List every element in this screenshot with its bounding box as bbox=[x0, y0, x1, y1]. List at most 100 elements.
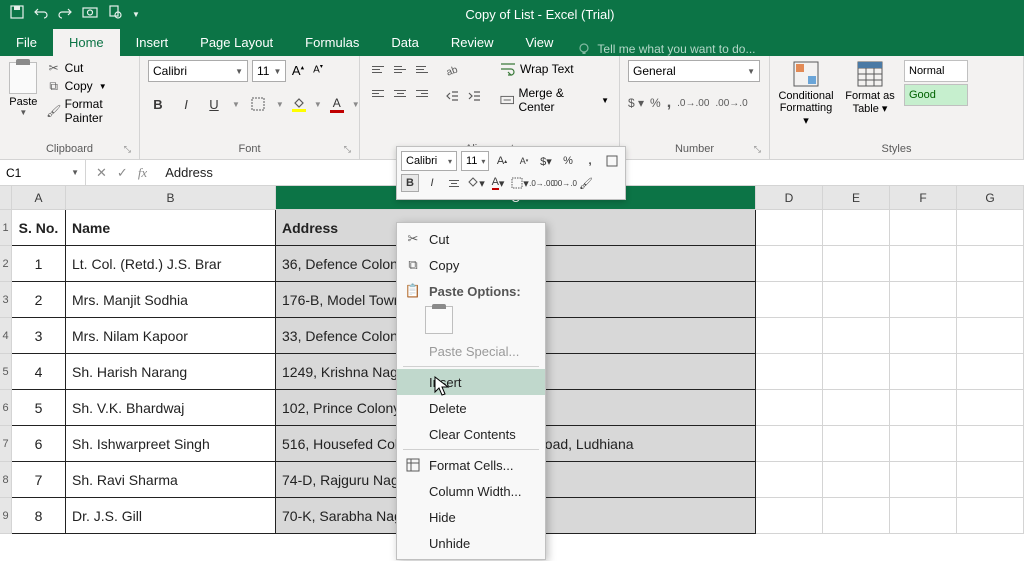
row-header[interactable]: 5 bbox=[0, 354, 11, 390]
row-header[interactable]: 3 bbox=[0, 282, 11, 318]
col-header-d[interactable]: D bbox=[756, 186, 823, 210]
tab-view[interactable]: View bbox=[509, 29, 569, 56]
paste-button[interactable]: Paste ▼ bbox=[8, 60, 39, 117]
cell[interactable] bbox=[890, 462, 957, 498]
cell[interactable]: 5 bbox=[12, 390, 66, 426]
cell[interactable] bbox=[890, 498, 957, 534]
menu-hide[interactable]: Hide bbox=[397, 504, 545, 530]
select-all-corner[interactable] bbox=[0, 186, 11, 210]
cell[interactable] bbox=[823, 282, 890, 318]
cell[interactable] bbox=[957, 498, 1024, 534]
font-name-select[interactable]: Calibri▼ bbox=[148, 60, 248, 82]
cell[interactable]: Lt. Col. (Retd.) J.S. Brar bbox=[66, 246, 276, 282]
cell[interactable] bbox=[823, 390, 890, 426]
clipboard-launcher-icon[interactable]: ⤡ bbox=[124, 144, 131, 155]
tab-review[interactable]: Review bbox=[435, 29, 510, 56]
mini-percent-icon[interactable]: % bbox=[559, 152, 577, 170]
row-header[interactable]: 1 bbox=[0, 210, 11, 246]
borders-button[interactable] bbox=[248, 94, 268, 114]
accounting-format-icon[interactable]: $ ▾ bbox=[628, 96, 644, 110]
fill-color-button[interactable] bbox=[292, 97, 306, 112]
align-center-icon[interactable] bbox=[390, 84, 410, 102]
cell[interactable] bbox=[957, 462, 1024, 498]
cell[interactable] bbox=[756, 318, 823, 354]
row-header[interactable]: 9 bbox=[0, 498, 11, 534]
mini-size-select[interactable]: 11▾ bbox=[461, 151, 489, 171]
underline-button[interactable]: U bbox=[204, 94, 224, 114]
menu-unhide[interactable]: Unhide bbox=[397, 530, 545, 556]
cell[interactable]: Sh. V.K. Bhardwaj bbox=[66, 390, 276, 426]
menu-cut[interactable]: ✂Cut bbox=[397, 226, 545, 252]
confirm-formula-icon[interactable]: ✓ bbox=[117, 165, 128, 181]
tab-home[interactable]: Home bbox=[53, 29, 120, 56]
conditional-formatting-button[interactable]: Conditional Formatting ▾ bbox=[778, 60, 834, 127]
tab-data[interactable]: Data bbox=[375, 29, 434, 56]
mini-increase-decimal-icon[interactable]: .0→.00 bbox=[533, 174, 551, 192]
cut-button[interactable]: ✂Cut bbox=[45, 60, 131, 76]
menu-copy[interactable]: ⧉Copy bbox=[397, 252, 545, 278]
save-icon[interactable] bbox=[10, 5, 24, 24]
cell[interactable] bbox=[890, 246, 957, 282]
fx-icon[interactable]: fx bbox=[138, 165, 147, 181]
cancel-formula-icon[interactable]: ✕ bbox=[96, 165, 107, 181]
cell[interactable] bbox=[756, 498, 823, 534]
cell[interactable] bbox=[957, 318, 1024, 354]
camera-icon[interactable] bbox=[82, 5, 98, 24]
cell[interactable] bbox=[890, 282, 957, 318]
increase-decimal-icon[interactable]: .0→.00 bbox=[677, 98, 709, 109]
italic-button[interactable]: I bbox=[176, 94, 196, 114]
tell-me-search[interactable]: Tell me what you want to do... bbox=[569, 42, 763, 56]
cell[interactable] bbox=[823, 462, 890, 498]
menu-insert[interactable]: Insert bbox=[397, 369, 545, 395]
cell[interactable] bbox=[957, 354, 1024, 390]
cell[interactable] bbox=[890, 390, 957, 426]
cell[interactable] bbox=[756, 390, 823, 426]
tab-insert[interactable]: Insert bbox=[120, 29, 185, 56]
font-color-button[interactable]: A bbox=[330, 96, 344, 113]
cell[interactable]: Mrs. Nilam Kapoor bbox=[66, 318, 276, 354]
align-left-icon[interactable] bbox=[368, 84, 388, 102]
cell[interactable] bbox=[890, 354, 957, 390]
cell[interactable] bbox=[756, 354, 823, 390]
cell[interactable] bbox=[890, 210, 957, 246]
cell[interactable] bbox=[957, 426, 1024, 462]
align-top-icon[interactable] bbox=[368, 60, 388, 78]
align-bottom-icon[interactable] bbox=[412, 60, 432, 78]
mini-comma-icon[interactable]: , bbox=[581, 152, 599, 170]
mini-bold-button[interactable]: B bbox=[401, 174, 419, 192]
copy-button[interactable]: ⧉Copy▼ bbox=[45, 78, 131, 94]
cell[interactable] bbox=[823, 318, 890, 354]
paste-option-default[interactable] bbox=[425, 306, 453, 334]
row-header[interactable]: 6 bbox=[0, 390, 11, 426]
cell[interactable] bbox=[957, 210, 1024, 246]
cell[interactable] bbox=[957, 282, 1024, 318]
mini-decrease-decimal-icon[interactable]: .00→.0 bbox=[555, 174, 573, 192]
increase-indent-icon[interactable] bbox=[464, 86, 484, 106]
cell[interactable]: 8 bbox=[12, 498, 66, 534]
tab-page-layout[interactable]: Page Layout bbox=[184, 29, 289, 56]
decrease-font-icon[interactable]: A▾ bbox=[310, 63, 326, 79]
qat-dropdown-icon[interactable]: ▼ bbox=[132, 10, 140, 19]
mini-font-color-icon[interactable]: A▾ bbox=[489, 174, 507, 192]
bold-button[interactable]: B bbox=[148, 94, 168, 114]
tab-formulas[interactable]: Formulas bbox=[289, 29, 375, 56]
cell[interactable]: 3 bbox=[12, 318, 66, 354]
cell[interactable]: Sh. Harish Narang bbox=[66, 354, 276, 390]
mini-fill-color-icon[interactable]: ▾ bbox=[467, 174, 485, 192]
undo-icon[interactable] bbox=[34, 5, 48, 24]
col-header-g[interactable]: G bbox=[957, 186, 1024, 210]
cell[interactable] bbox=[823, 426, 890, 462]
cell[interactable] bbox=[756, 426, 823, 462]
print-preview-icon[interactable] bbox=[108, 5, 122, 24]
formula-input[interactable]: Address bbox=[157, 165, 213, 180]
cell[interactable] bbox=[823, 498, 890, 534]
cell[interactable]: Dr. J.S. Gill bbox=[66, 498, 276, 534]
cell[interactable] bbox=[756, 246, 823, 282]
wrap-text-button[interactable]: Wrap Text bbox=[498, 60, 611, 78]
cell[interactable]: Name bbox=[66, 210, 276, 246]
cell-styles-gallery[interactable]: Normal Good bbox=[904, 60, 968, 106]
align-right-icon[interactable] bbox=[412, 84, 432, 102]
col-header-e[interactable]: E bbox=[823, 186, 890, 210]
cell[interactable]: 6 bbox=[12, 426, 66, 462]
mini-italic-button[interactable]: I bbox=[423, 174, 441, 192]
